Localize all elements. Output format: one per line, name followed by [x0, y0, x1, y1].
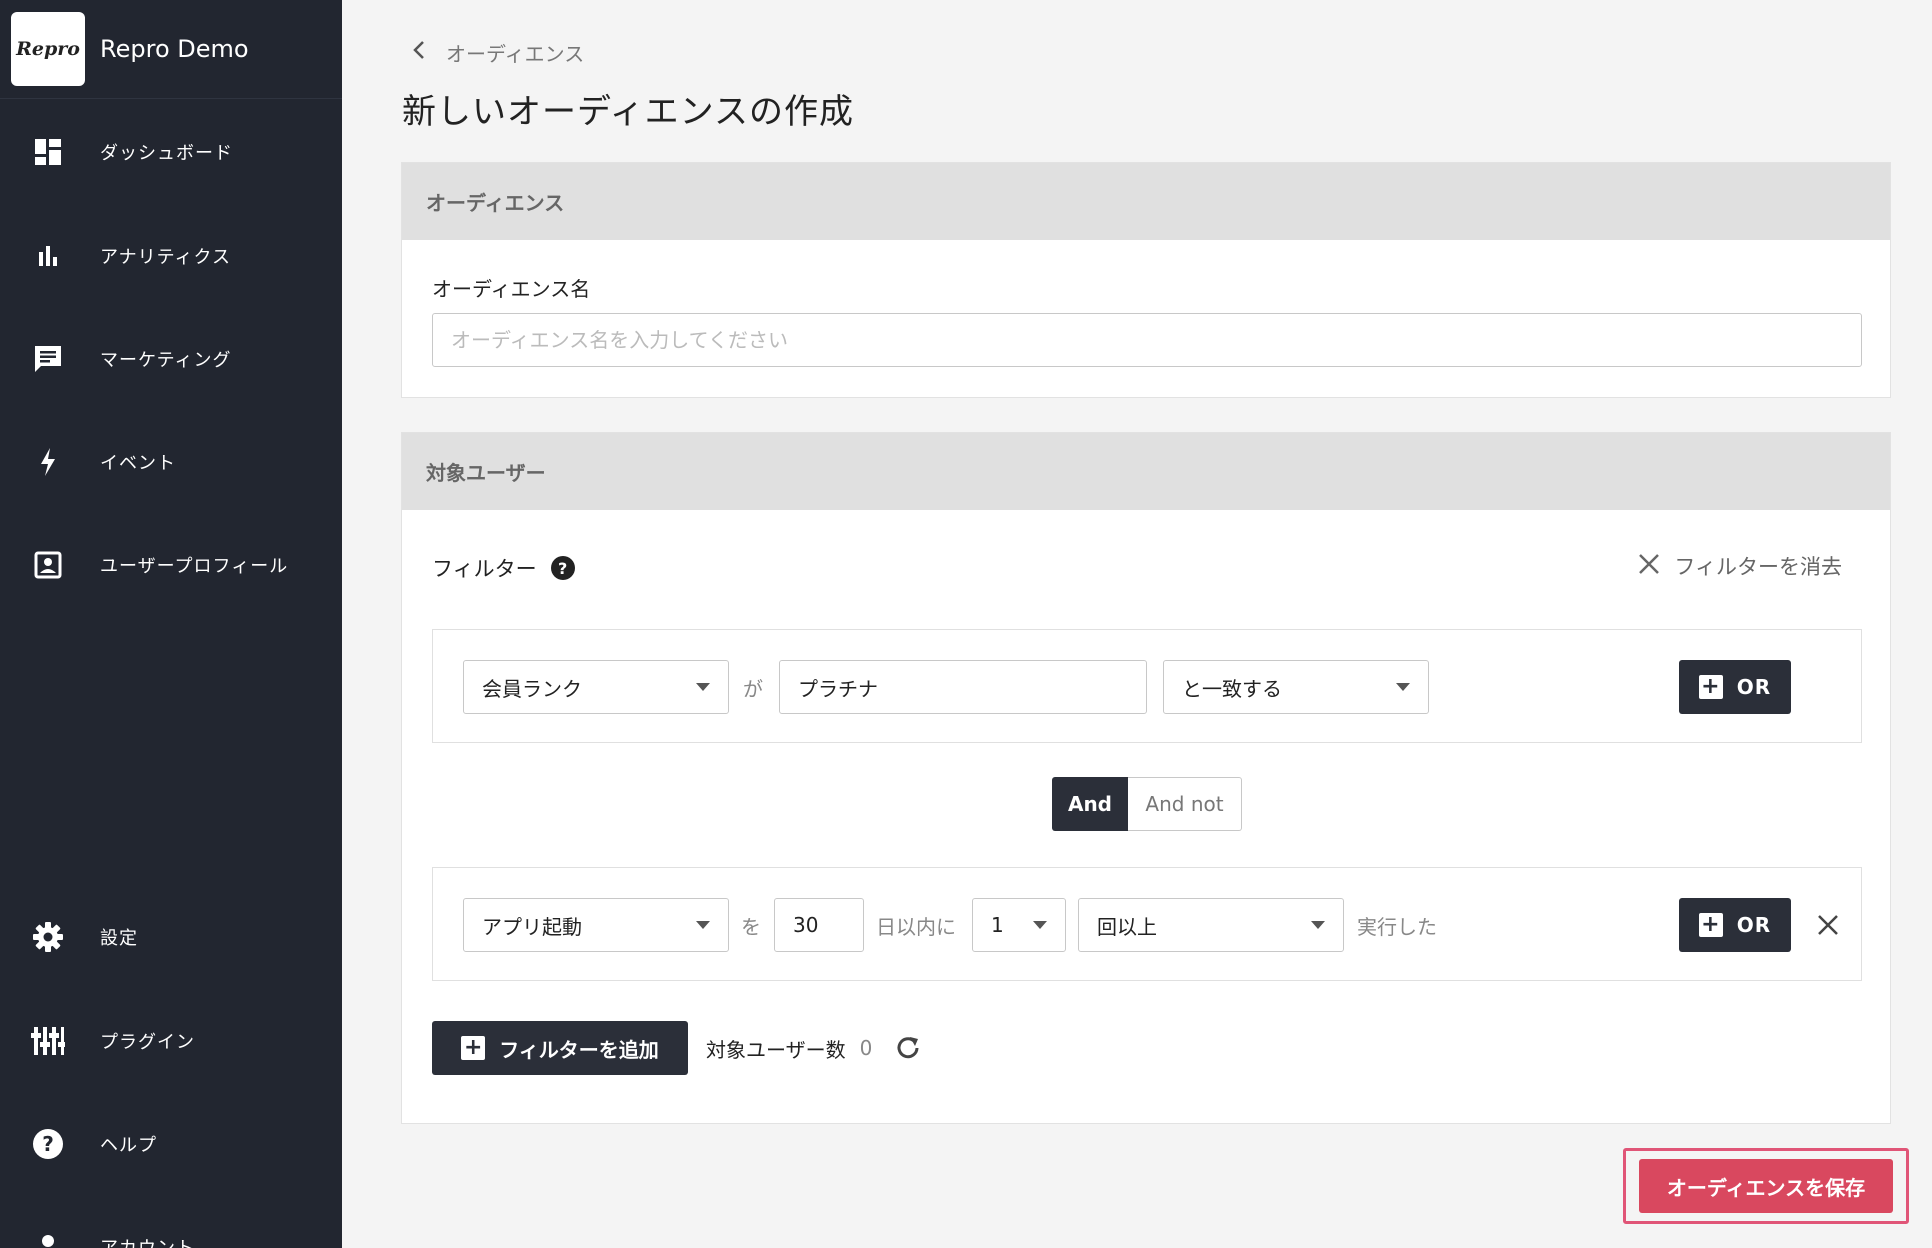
target-users-panel: 対象ユーザー フィルター ? フィルターを消去 会員ランク が プラチナ と一致… — [401, 432, 1891, 1124]
operator-select[interactable]: と一致する — [1163, 660, 1429, 714]
brand-header: Repro Repro Demo — [0, 0, 342, 99]
main-content: オーディエンス 新しいオーディエンスの作成 オーディエンス オーディエンス名 対… — [342, 0, 1932, 1248]
target-users-panel-header: 対象ユーザー — [402, 433, 1890, 510]
profile-icon — [30, 547, 66, 583]
svg-text:?: ? — [42, 1132, 54, 1156]
plus-icon: + — [1698, 675, 1723, 699]
sidebar-item-label: ユーザープロフィール — [100, 556, 289, 577]
app-name[interactable]: Repro Demo — [100, 35, 249, 63]
help-question-icon[interactable]: ? — [550, 556, 575, 580]
bar-chart-icon — [30, 238, 66, 274]
filter-label: フィルター — [432, 557, 537, 581]
add-filter-label: フィルターを追加 — [499, 1037, 659, 1062]
caret-down-icon — [696, 683, 710, 691]
sidebar-item-account[interactable]: アカウント — [0, 1217, 342, 1248]
close-icon — [1818, 915, 1838, 935]
plus-icon: + — [461, 1036, 486, 1060]
audience-panel: オーディエンス オーディエンス名 — [401, 162, 1891, 398]
filter-title: フィルター ? — [432, 553, 575, 583]
user-count-label: 対象ユーザー数 — [706, 1037, 846, 1062]
gear-icon — [30, 919, 66, 955]
attribute-select[interactable]: 会員ランク — [463, 660, 729, 714]
or-button-label: OR — [1736, 913, 1772, 937]
sidebar-item-help[interactable]: ? ヘルプ — [0, 1114, 342, 1174]
attribute-select-value: 会員ランク — [482, 676, 582, 701]
repro-logo[interactable]: Repro — [11, 12, 85, 86]
audience-panel-header: オーディエンス — [402, 163, 1890, 240]
refresh-icon[interactable] — [894, 1034, 922, 1062]
account-icon — [30, 1229, 66, 1248]
page-title: 新しいオーディエンスの作成 — [402, 92, 854, 132]
sidebar-item-label: ダッシュボード — [100, 143, 233, 164]
attribute-value-input[interactable]: プラチナ — [779, 660, 1147, 714]
help-icon: ? — [30, 1126, 66, 1162]
count-operator-select[interactable]: 回以上 — [1078, 898, 1344, 952]
count-select-value: 1 — [991, 913, 1004, 937]
bolt-icon — [30, 444, 66, 480]
sidebar-item-settings[interactable]: 設定 — [0, 907, 342, 967]
sidebar-item-label: アカウント — [100, 1234, 195, 1248]
attribute-value-text: プラチナ — [798, 676, 878, 701]
sidebar-item-event[interactable]: イベント — [0, 432, 342, 492]
sidebar: Repro Repro Demo ダッシュボード アナリティクス マーケティング… — [0, 0, 342, 1248]
days-input[interactable]: 30 — [774, 898, 864, 952]
and-toggle-button[interactable]: And — [1052, 777, 1128, 831]
sidebar-item-label: イベント — [100, 453, 176, 474]
or-button[interactable]: + OR — [1679, 660, 1791, 714]
sidebar-item-label: 設定 — [100, 928, 138, 949]
logic-toggle: And And not — [1052, 777, 1242, 831]
dashboard-icon — [30, 134, 66, 170]
caret-down-icon — [696, 921, 710, 929]
event-select[interactable]: アプリ起動 — [463, 898, 729, 952]
sidebar-item-label: プラグイン — [100, 1032, 195, 1053]
audience-name-input[interactable] — [432, 313, 1862, 367]
operator-select-value: と一致する — [1182, 676, 1282, 701]
remove-condition-button[interactable] — [1817, 898, 1839, 952]
connector-ga: が — [743, 676, 763, 701]
plugin-icon — [30, 1023, 66, 1059]
breadcrumb-link[interactable]: オーディエンス — [446, 38, 584, 67]
sidebar-item-user-profile[interactable]: ユーザープロフィール — [0, 535, 342, 595]
chat-icon — [30, 341, 66, 377]
user-count: 対象ユーザー数 0 — [706, 1021, 922, 1075]
save-button-highlight: オーディエンスを保存 — [1623, 1148, 1909, 1224]
caret-down-icon — [1033, 921, 1047, 929]
user-count-value: 0 — [859, 1036, 873, 1060]
plus-icon: + — [1698, 913, 1723, 937]
filter-condition-2: アプリ起動 を 30 日以内に 1 回以上 実行した + OR — [432, 867, 1862, 981]
count-operator-value: 回以上 — [1097, 914, 1157, 939]
and-not-toggle-button[interactable]: And not — [1128, 777, 1242, 831]
or-button[interactable]: + OR — [1679, 898, 1791, 952]
audience-name-label: オーディエンス名 — [432, 277, 591, 301]
filter-condition-1: 会員ランク が プラチナ と一致する + OR — [432, 629, 1862, 743]
breadcrumb[interactable]: オーディエンス — [412, 38, 584, 67]
connector-wo: を — [741, 914, 761, 939]
sidebar-item-label: ヘルプ — [100, 1135, 157, 1156]
clear-filter-label: フィルターを消去 — [1674, 555, 1842, 579]
days-input-value: 30 — [793, 913, 819, 937]
caret-down-icon — [1396, 683, 1410, 691]
or-button-label: OR — [1736, 675, 1772, 699]
sidebar-item-marketing[interactable]: マーケティング — [0, 329, 342, 389]
sidebar-item-label: マーケティング — [100, 350, 232, 371]
count-select[interactable]: 1 — [972, 898, 1066, 952]
close-icon — [1638, 551, 1660, 581]
caret-down-icon — [1311, 921, 1325, 929]
clear-filter-button[interactable]: フィルターを消去 — [1638, 551, 1842, 581]
sidebar-item-dashboard[interactable]: ダッシュボード — [0, 122, 342, 182]
event-select-value: アプリ起動 — [482, 914, 582, 939]
sidebar-item-plugins[interactable]: プラグイン — [0, 1011, 342, 1071]
executed-suffix: 実行した — [1357, 914, 1437, 939]
chevron-left-icon — [412, 40, 426, 66]
sidebar-item-analytics[interactable]: アナリティクス — [0, 226, 342, 286]
days-suffix: 日以内に — [876, 914, 956, 939]
sidebar-item-label: アナリティクス — [100, 247, 232, 268]
add-filter-button[interactable]: + フィルターを追加 — [432, 1021, 688, 1075]
save-audience-button[interactable]: オーディエンスを保存 — [1639, 1159, 1893, 1213]
